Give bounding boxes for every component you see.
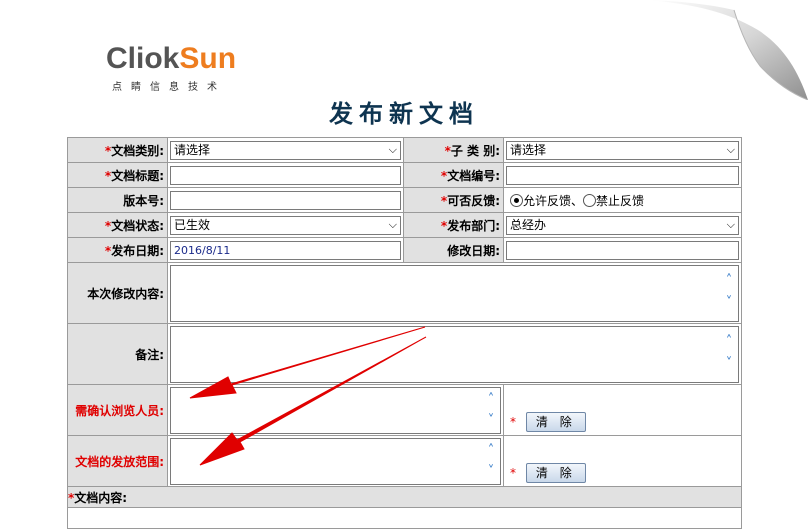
scroll-down-icon[interactable]: ˅ — [484, 413, 498, 428]
scroll-up-icon[interactable]: ˄ — [722, 334, 736, 349]
distribution-label: 文档的发放范围: — [67, 435, 168, 487]
department-select[interactable]: 总经办 ⌵ — [506, 215, 739, 235]
feedback-label: *可否反馈: — [403, 187, 504, 213]
doc-content-editor[interactable] — [67, 507, 742, 529]
logo-text-o: o — [144, 42, 163, 75]
department-label: *发布部门: — [403, 212, 504, 238]
logo-text-k: k — [162, 42, 180, 75]
scroll-up-icon[interactable]: ˄ — [484, 392, 498, 407]
doc-type-select[interactable]: 请选择 ⌵ — [170, 140, 401, 160]
feedback-allow-label: 允许反馈、 — [523, 193, 584, 208]
doc-content-label: *文档内容: — [67, 486, 742, 508]
chevron-down-icon: ⌵ — [726, 142, 735, 156]
doc-number-input[interactable] — [506, 165, 739, 185]
remark-label: 备注: — [67, 323, 168, 385]
doc-title-input[interactable] — [170, 165, 401, 185]
scroll-down-icon[interactable]: ˅ — [484, 464, 498, 479]
page-curl-decoration — [648, 0, 808, 100]
doc-title-label: *文档标题: — [67, 162, 168, 188]
modify-date-input[interactable] — [506, 240, 739, 260]
clear-distribution-button[interactable]: 清 除 — [525, 463, 586, 483]
doc-number-label: *文档编号: — [403, 162, 504, 188]
scroll-down-icon[interactable]: ˅ — [722, 295, 736, 310]
doc-type-label: *文档类别: — [67, 137, 168, 163]
logo-text-click: Cli — [106, 42, 145, 75]
scroll-down-icon[interactable]: ˅ — [722, 356, 736, 371]
feedback-allow-radio[interactable] — [510, 193, 523, 207]
feedback-deny-label: 禁止反馈 — [596, 193, 645, 208]
sub-type-label: *子 类 别: — [403, 137, 504, 163]
required-mark: * — [510, 415, 516, 429]
version-input[interactable] — [170, 190, 401, 210]
clear-readers-button[interactable]: 清 除 — [525, 412, 586, 432]
feedback-deny-radio[interactable] — [583, 193, 597, 207]
modify-date-label: 修改日期: — [403, 237, 504, 263]
cliksun-logo: CliokSun 点睛信息技术 — [106, 42, 236, 93]
confirm-readers-textarea[interactable]: ˄ ˅ — [170, 386, 501, 434]
page-title: 发布新文档 — [329, 99, 479, 128]
required-mark: * — [510, 466, 516, 480]
chevron-down-icon: ⌵ — [388, 217, 397, 231]
publish-date-label: *发布日期: — [67, 237, 168, 263]
sub-type-select[interactable]: 请选择 ⌵ — [506, 140, 739, 160]
publish-date-input[interactable]: 2016/8/11 — [170, 240, 401, 260]
distribution-textarea[interactable]: ˄ ˅ — [170, 437, 501, 485]
doc-status-label: *文档状态: — [67, 212, 168, 238]
change-content-textarea[interactable]: ˄ ˅ — [170, 264, 739, 322]
doc-status-select[interactable]: 已生效 ⌵ — [170, 215, 401, 235]
confirm-readers-label: 需确认浏览人员: — [67, 384, 168, 436]
change-content-label: 本次修改内容: — [67, 262, 168, 324]
logo-subtitle: 点睛信息技术 — [112, 82, 226, 93]
scroll-up-icon[interactable]: ˄ — [722, 273, 736, 288]
remark-textarea[interactable]: ˄ ˅ — [170, 325, 739, 383]
version-label: 版本号: — [67, 187, 168, 213]
chevron-down-icon: ⌵ — [388, 142, 397, 156]
scroll-up-icon[interactable]: ˄ — [484, 443, 498, 458]
logo-text-sun: Sun — [179, 42, 237, 75]
chevron-down-icon: ⌵ — [726, 217, 735, 231]
publish-document-form: *文档类别: 请选择 ⌵ *子 类 别: 请选择 ⌵ *文档标题: *文档编号: 版… — [67, 137, 742, 529]
